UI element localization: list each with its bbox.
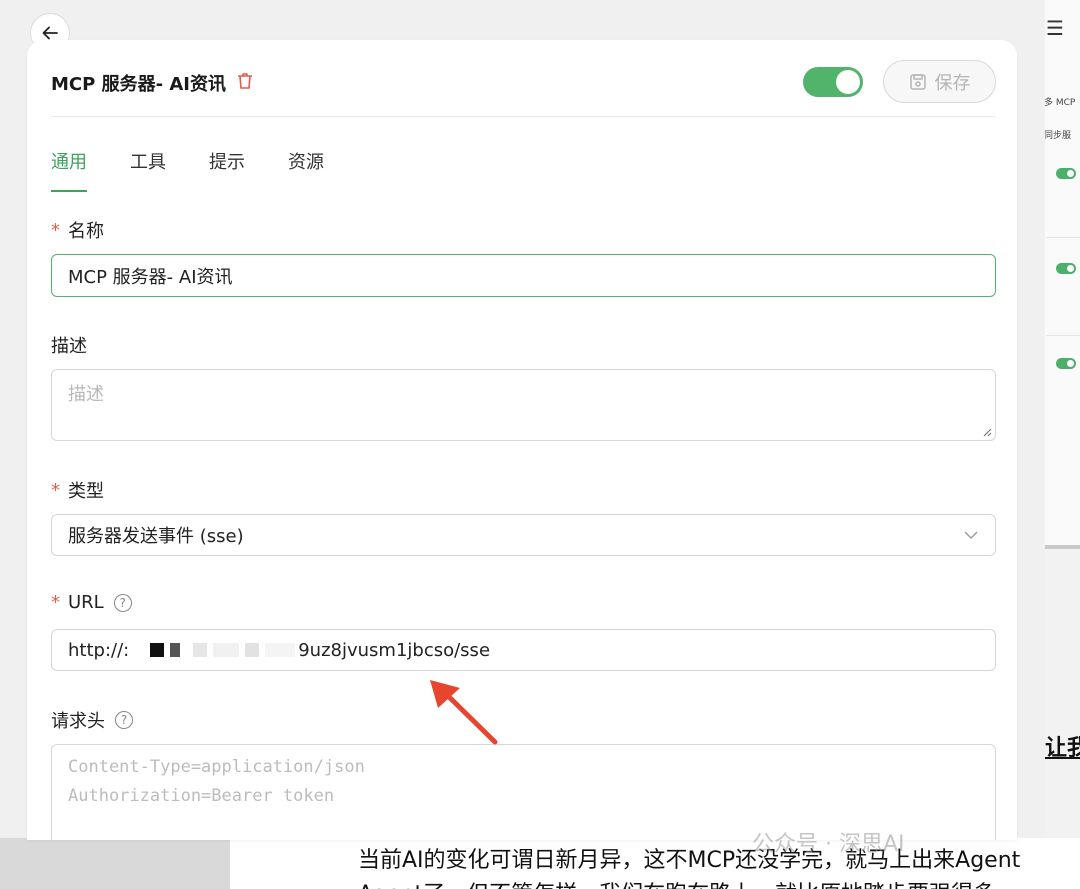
type-label: * 类型 (51, 477, 104, 503)
trash-icon (238, 73, 252, 89)
background-toggle (1056, 168, 1076, 179)
help-icon[interactable]: ? (113, 593, 132, 612)
headers-label: 请求头 ? (51, 707, 133, 733)
redaction-block (213, 643, 240, 657)
background-tag-sync: 同步服 (1044, 131, 1072, 141)
header-divider (51, 116, 996, 117)
redaction-block (245, 643, 260, 657)
article-heading: 让我 (1045, 736, 1080, 761)
tab-bar: 通用 工具 提示 资源 (51, 148, 367, 192)
page-title: MCP 服务器- AI资讯 (51, 74, 226, 95)
enable-toggle[interactable] (803, 67, 863, 97)
url-value-suffix: 9uz8jvusm1jbcso/sse (298, 639, 491, 661)
description-textarea[interactable]: 描述 (51, 369, 996, 441)
url-label: * URL ? (51, 592, 132, 613)
save-button[interactable]: 保存 (883, 60, 996, 103)
redaction-block (132, 643, 145, 657)
background-tag-mcp: 多 MCP (1044, 98, 1076, 108)
description-label: 描述 (51, 332, 87, 358)
redaction-block (170, 643, 181, 657)
headers-placeholder-line: Content-Type=application/json (68, 757, 365, 777)
article-margin (0, 838, 230, 889)
background-divider (1046, 237, 1080, 238)
annotation-arrow-icon (430, 680, 498, 745)
resize-handle-icon[interactable] (982, 427, 992, 437)
required-marker: * (51, 479, 60, 501)
tab-prompts[interactable]: 提示 (209, 148, 245, 192)
name-value: MCP 服务器- AI资讯 (68, 266, 233, 288)
description-placeholder: 描述 (68, 384, 104, 405)
redaction-block (150, 643, 165, 657)
url-value-prefix: http://: (68, 639, 130, 661)
tab-resources[interactable]: 资源 (288, 148, 324, 192)
mcp-server-editor-window: MCP 服务器- AI资讯 保存 通用 工具 提示 资源 * 名称 MCP 服务… (0, 0, 1045, 840)
url-input[interactable]: http://: 9uz8jvusm1jbcso/sse (51, 629, 996, 671)
watermark: 公众号 · 深思AI (752, 832, 905, 857)
required-marker: * (51, 219, 60, 241)
name-label: * 名称 (51, 217, 104, 243)
chevron-down-icon (964, 531, 978, 539)
background-divider (1044, 545, 1080, 549)
server-settings-card: MCP 服务器- AI资讯 保存 通用 工具 提示 资源 * 名称 MCP 服务… (27, 40, 1017, 840)
background-toggle (1056, 263, 1076, 274)
save-label: 保存 (934, 72, 971, 94)
article-text: 当前AI的变化可谓日新月异，这不MCP还没学完，就马上出来Agent (358, 848, 1021, 873)
type-label-text: 类型 (68, 481, 104, 502)
name-label-text: 名称 (68, 221, 104, 242)
type-value: 服务器发送事件 (sse) (68, 526, 244, 547)
toggle-knob (836, 70, 860, 94)
tab-tools[interactable]: 工具 (130, 148, 166, 192)
redaction-block (193, 643, 208, 657)
background-toggle (1056, 358, 1076, 369)
headers-label-text: 请求头 (51, 711, 105, 732)
name-input[interactable]: MCP 服务器- AI资讯 (51, 254, 996, 297)
description-label-text: 描述 (51, 336, 87, 357)
delete-button[interactable] (235, 71, 255, 95)
required-marker: * (51, 592, 60, 613)
save-icon (909, 73, 926, 90)
headers-placeholder-line: Authorization=Bearer token (68, 786, 335, 806)
background-divider (1046, 335, 1080, 336)
tab-general[interactable]: 通用 (51, 148, 87, 192)
help-icon[interactable]: ? (115, 711, 133, 729)
list-view-icon: ☰ (1046, 16, 1064, 40)
article-text: Agent了，但不管怎样，我们在跑在路上，就比原地踏步要强得多 (358, 876, 995, 889)
type-select[interactable]: 服务器发送事件 (sse) (51, 514, 996, 556)
url-label-text: URL (68, 592, 104, 613)
redaction-block (265, 643, 296, 657)
